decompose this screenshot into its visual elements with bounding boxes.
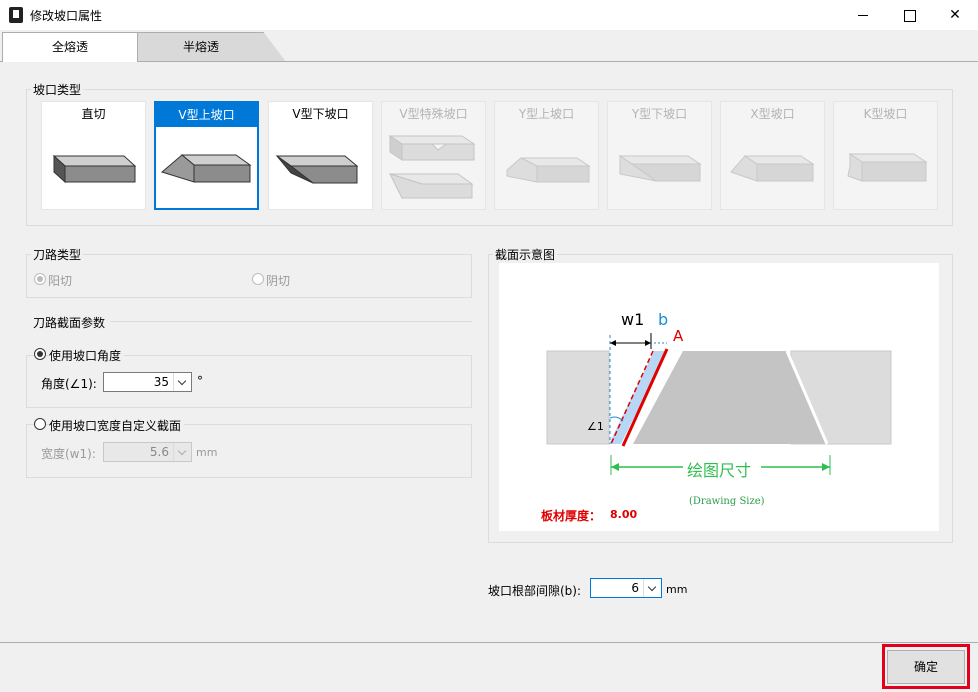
- yin-cut-radio: [252, 273, 264, 285]
- app-icon: [9, 7, 23, 23]
- bevel-card-v-special: V型特殊坡口: [381, 101, 486, 210]
- b-label: b: [658, 310, 669, 329]
- yang-cut-radio: [34, 273, 46, 285]
- bevel-card-straight[interactable]: 直切: [41, 101, 146, 210]
- bevel-card-v-bottom[interactable]: V型下坡口: [268, 101, 373, 210]
- use-width-radio[interactable]: [34, 418, 46, 430]
- tool-path-label: 刀路类型: [31, 246, 84, 263]
- tab-strip: 半熔透 全熔透: [0, 30, 978, 62]
- bevel-card-y-bottom: Y型下坡口: [607, 101, 712, 210]
- yin-cut-label: 阴切: [266, 274, 291, 288]
- v-bottom-bevel-icon: [275, 155, 359, 184]
- tab-half-penetration[interactable]: 半熔透: [136, 32, 286, 62]
- width-label: 宽度(w1):: [41, 447, 96, 461]
- angle-unit: °: [197, 374, 203, 388]
- x-bevel-icon: [730, 155, 815, 182]
- thickness-value: 8.00: [610, 508, 638, 521]
- w1-label: w1: [621, 310, 645, 329]
- root-gap-unit: mm: [666, 583, 688, 596]
- bevel-card-k: K型坡口: [833, 101, 938, 210]
- maximize-icon[interactable]: [886, 0, 932, 30]
- angle-value: 35: [153, 375, 169, 389]
- angle-1-label: ∠1: [587, 420, 604, 433]
- drawing-size-en-label: (Drawing Size): [689, 496, 765, 507]
- width-value: 5.6: [149, 445, 169, 459]
- chevron-down-icon[interactable]: [173, 373, 191, 391]
- v-top-bevel-icon: [160, 154, 252, 183]
- angle-label: 角度(∠1):: [41, 377, 97, 391]
- chevron-down-icon: [173, 443, 191, 461]
- thickness-label: 板材厚度：: [541, 509, 602, 523]
- root-gap-value: 6: [631, 581, 639, 595]
- section-params-line: [110, 321, 472, 322]
- diagram-label: 截面示意图: [493, 246, 558, 263]
- use-angle-label[interactable]: 使用坡口角度: [49, 347, 125, 364]
- y-top-bevel-icon: [506, 157, 591, 183]
- root-gap-combo[interactable]: 6: [590, 578, 662, 598]
- window-title: 修改坡口属性: [30, 9, 103, 23]
- bevel-card-v-top[interactable]: V型上坡口: [154, 101, 259, 210]
- close-icon[interactable]: ✕: [932, 0, 978, 30]
- k-bevel-icon: [847, 153, 928, 182]
- a-label: A: [673, 327, 684, 345]
- chevron-down-icon[interactable]: [643, 579, 661, 597]
- yang-cut-label: 阳切: [48, 274, 73, 288]
- section-diagram-svg: [546, 333, 892, 475]
- v-special-bevel-icon: [388, 135, 476, 199]
- bevel-card-x: X型坡口: [720, 101, 825, 210]
- section-diagram: w1 b A ∠1 绘图尺寸 (Drawing Size) 板材厚度： 8.00: [499, 263, 939, 531]
- section-params-label: 刀路截面参数: [31, 314, 108, 331]
- bevel-type-label: 坡口类型: [31, 81, 84, 98]
- root-gap-label: 坡口根部间隙(b):: [488, 584, 582, 598]
- footer-separator: [0, 642, 978, 643]
- use-angle-radio[interactable]: [34, 348, 46, 360]
- drawing-size-label: 绘图尺寸: [687, 461, 752, 480]
- title-bar: 修改坡口属性 ✕: [0, 0, 978, 30]
- straight-cut-icon: [52, 154, 137, 184]
- bevel-card-y-top: Y型上坡口: [494, 101, 599, 210]
- angle-combo[interactable]: 35: [103, 372, 192, 392]
- use-width-label[interactable]: 使用坡口宽度自定义截面: [49, 417, 185, 434]
- ok-button-highlight: [882, 644, 970, 689]
- width-combo: 5.6: [103, 442, 192, 462]
- tab-full-penetration[interactable]: 全熔透: [2, 32, 138, 62]
- width-unit: mm: [196, 446, 218, 459]
- y-bottom-bevel-icon: [618, 155, 702, 182]
- minimize-icon[interactable]: [840, 0, 886, 30]
- tool-path-group: [26, 254, 472, 298]
